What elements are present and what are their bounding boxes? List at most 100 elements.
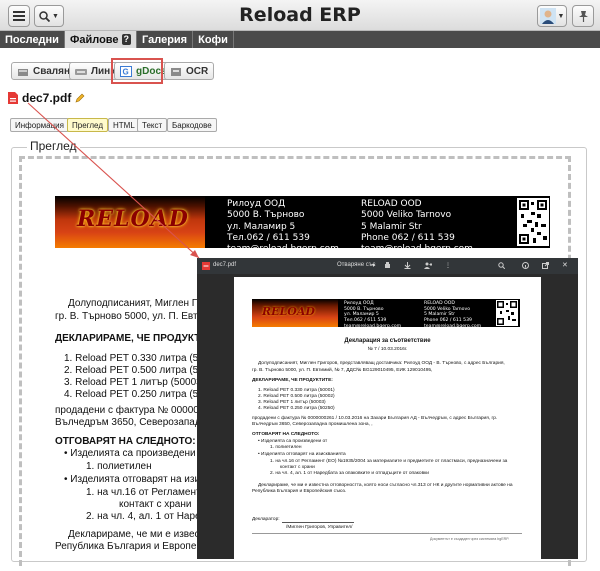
help-icon[interactable]: ? xyxy=(121,34,132,45)
page-number: № 7 / 10.03.2016г. xyxy=(367,347,408,352)
doc-line: Долуподписаният, Миглен Григ xyxy=(68,298,211,309)
doc-text: 1. полиетилен xyxy=(86,461,152,472)
viewer-filename: dec7.pdf xyxy=(213,262,237,268)
view-info-button[interactable]: Информация xyxy=(10,118,69,132)
doc-text: 1. Reload PET 0.330 литра (5000 xyxy=(64,353,215,364)
page-line: ОТГОВАРЯТ НА СЛЕДНОТО: xyxy=(252,432,320,437)
doc-line: 2. Reload PET 0.500 литра (5000 xyxy=(64,365,215,376)
viewer-page: RELOAD Рилоуд ООД 5000 В. Търново ул. Ма… xyxy=(234,277,541,559)
company-banner: RELOAD Рилоуд ООД 5000 В. Търново ул. Ма… xyxy=(55,196,550,254)
chevron-down-icon: ▾ xyxy=(372,263,376,269)
pin-button[interactable] xyxy=(572,5,594,27)
ocr-button[interactable]: OCR xyxy=(164,62,215,80)
view-text-label: Текст xyxy=(142,120,163,130)
doc-line: • Изделията отговарят на изиск xyxy=(64,474,209,485)
company-line: Phone 062 / 611 539 xyxy=(361,232,455,243)
gdocs-viewer[interactable]: dec7.pdf Отваряне със ▾ ⋮ ✕ RELOAD Рилоу… xyxy=(197,258,578,559)
doc-text: 2. Reload PET 0.500 литра (5000 xyxy=(64,365,215,376)
page-line: Република България и Европейския съюз. xyxy=(252,489,347,494)
doc-line: 3. Reload PET 1 литър (50003) xyxy=(64,377,205,388)
avatar xyxy=(539,8,556,24)
more-icon[interactable]: ⋮ xyxy=(445,262,451,269)
highlight-box xyxy=(111,58,163,84)
tab-files[interactable]: Файлове? xyxy=(64,31,138,48)
doc-line: ОТГОВАРЯТ НА СЛЕДНОТО: xyxy=(55,436,196,447)
ocr-icon xyxy=(171,67,181,76)
close-icon[interactable]: ✕ xyxy=(562,261,568,269)
logo-text: RELOAD xyxy=(262,305,315,318)
tab-recent[interactable]: Последни xyxy=(0,31,65,48)
company-line: Рилоуд ООД xyxy=(227,199,286,209)
doc-text: 3. Reload PET 1 литър (50003) xyxy=(64,377,206,388)
chevron-down-icon: ▼ xyxy=(557,12,565,20)
footer-divider xyxy=(252,533,522,534)
view-barcodes-label: Баркодове xyxy=(172,120,212,130)
doc-text: • Изделията са произведени от xyxy=(64,448,209,459)
view-preview-button[interactable]: Преглед xyxy=(67,118,108,132)
file-title-row: dec7.pdf xyxy=(8,91,85,105)
add-person-icon[interactable] xyxy=(424,262,432,269)
user-menu-button[interactable]: ▼ xyxy=(537,5,567,27)
company-line: 5 Malamir Str xyxy=(361,221,422,232)
page-line: Вълчедръм 3650, Северозападна промишлена… xyxy=(252,422,373,427)
doc-text: Долуподписаният, Миглен Григ xyxy=(68,298,212,309)
doc-line: ДЕКЛАРИРАМЕ, ЧЕ ПРОДУКТИТЕ xyxy=(55,333,220,344)
tab-buckets[interactable]: Кофи xyxy=(193,31,234,48)
doc-text: • Изделията отговарят на изиск xyxy=(64,474,210,485)
print-icon[interactable] xyxy=(384,262,391,269)
company-info-bg: Рилоуд ООД 5000 В. Търново ул. Маламир 5… xyxy=(227,199,339,255)
viewer-toolbar: dec7.pdf Отваряне със ▾ ⋮ ✕ xyxy=(197,258,578,274)
open-with-button[interactable]: Отваряне със xyxy=(337,262,375,268)
doc-text: ОТГОВАРЯТ НА СЛЕДНОТО: xyxy=(55,436,196,447)
company-line: ул. Маламир 5 xyxy=(227,221,296,232)
page-banner: RELOAD Рилоуд ООД 5000 В. Търново ул. Ма… xyxy=(252,299,520,330)
page-line: Долуподписаният, Миглен Григоров, предст… xyxy=(258,361,505,366)
page-line: гр. В. Търново 5000, ул. П. Евтимий, № 7… xyxy=(252,368,433,373)
download-icon xyxy=(18,68,28,76)
search-icon[interactable] xyxy=(498,262,505,269)
file-name: dec7.pdf xyxy=(22,91,72,105)
company-line: 5000 В. Търново xyxy=(227,210,305,221)
qr-code xyxy=(496,300,518,326)
page-title: Декларация за съответствие xyxy=(344,338,431,344)
view-html-button[interactable]: HTML xyxy=(108,118,140,132)
ocr-label: OCR xyxy=(186,65,209,77)
company-info-bg: Рилоуд ООД 5000 В. Търново ул. Маламир 5… xyxy=(344,301,401,330)
doc-line: • Изделията са произведени от xyxy=(64,448,208,459)
signature-label: Декларатор: xyxy=(252,517,280,522)
page-line: 2. на чл. 4, ал. 1 от Наредбата за опако… xyxy=(270,471,429,476)
page-line: 4. Reload PET 0.250 литра (50250) xyxy=(258,406,335,411)
company-line: team@reload.bgerp.com xyxy=(424,323,482,329)
doc-text: 4. Reload PET 0.250 литра (5025 xyxy=(64,389,215,400)
info-icon[interactable] xyxy=(522,262,529,269)
doc-text: 2. на чл. 4, ал. 1 от Наред xyxy=(86,511,207,522)
company-line: team@reload.bgerp.com xyxy=(227,244,339,255)
company-info-en: RELOAD OOD 5000 Veliko Tarnovo 5 Malamir… xyxy=(424,301,481,330)
download-icon[interactable] xyxy=(404,262,411,269)
company-info-en: RELOAD OOD 5000 Veliko Tarnovo 5 Malamir… xyxy=(361,199,473,255)
link-icon xyxy=(75,68,87,75)
qr-code xyxy=(517,198,549,246)
company-line: Тел.062 / 611 539 xyxy=(227,232,310,243)
tab-label: Последни xyxy=(5,33,59,46)
pencil-icon[interactable] xyxy=(75,93,85,103)
doc-line: контакт с храни xyxy=(119,499,191,510)
company-line: team@reload.bgerp.com xyxy=(361,244,473,255)
view-text-button[interactable]: Текст xyxy=(137,118,168,132)
view-barcodes-button[interactable]: Баркодове xyxy=(167,118,217,132)
company-line: team@reload.bgerp.com xyxy=(344,323,402,329)
page-footer: Документът е създаден чрез системата bgE… xyxy=(430,537,510,541)
doc-line: 1. Reload PET 0.330 литра (5000 xyxy=(64,353,215,364)
doc-line: 4. Reload PET 0.250 литра (5025 xyxy=(64,389,215,400)
pdf-icon xyxy=(202,262,210,270)
tab-gallery[interactable]: Галерия xyxy=(137,31,194,48)
company-line: 5000 Veliko Tarnovo xyxy=(361,210,452,221)
open-new-icon[interactable] xyxy=(542,262,549,269)
page-line: ДЕКЛАРИРАМЕ, ЧЕ ПРОДУКТИТЕ: xyxy=(252,378,333,383)
company-line: RELOAD OOD xyxy=(361,199,422,209)
pin-icon xyxy=(578,11,588,22)
view-html-label: HTML xyxy=(113,120,135,130)
tab-label: Кофи xyxy=(198,33,228,46)
signature-line xyxy=(282,522,354,523)
viewer-dimmed-background xyxy=(197,274,234,559)
